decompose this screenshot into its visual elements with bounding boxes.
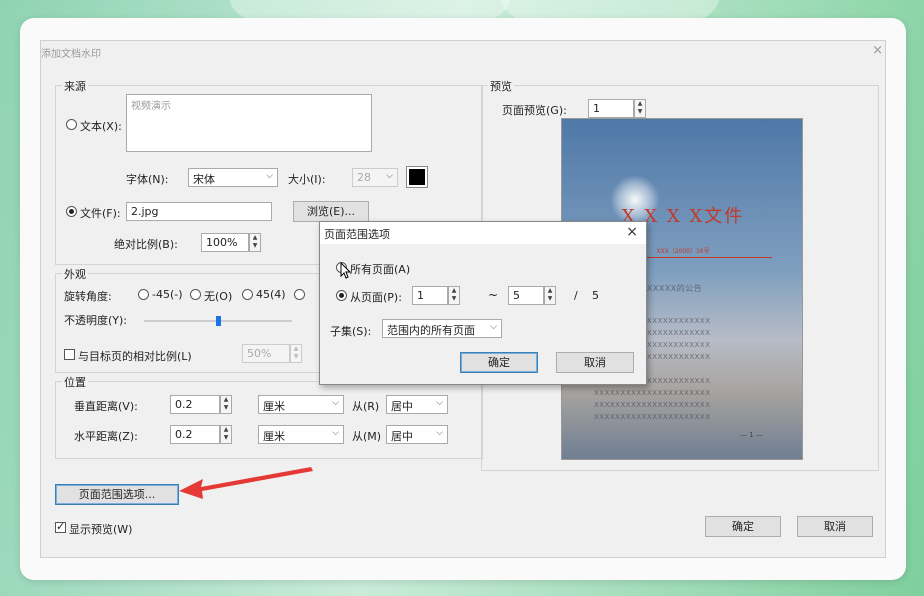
file-radio[interactable]	[66, 206, 77, 217]
relative-scale-checkbox[interactable]	[64, 349, 75, 360]
dialog-title: 添加文档水印	[41, 49, 101, 60]
horizontal-distance-input[interactable]: 0.2	[170, 425, 220, 444]
to-page-spinner[interactable]: ▲ ▼	[544, 286, 556, 305]
scale-input[interactable]: 100%	[201, 233, 249, 252]
page-range-popup: 页面范围选项 × 所有页面(A) 从页面(P): 1 ▲ ▼ ~ 5 ▲ ▼ / 5…	[319, 221, 647, 385]
preview-text-line: XXXXXXXXXXXXXXXXXXXXXX	[594, 413, 711, 421]
to-page-input[interactable]: 5	[508, 286, 544, 305]
file-path-input[interactable]: 2.jpg	[126, 202, 272, 221]
cancel-button[interactable]: 取消	[797, 516, 873, 537]
font-select-value: 宋体	[193, 173, 215, 186]
preview-text-line: XXXXXXXXXXXXXXXXXXXXXX	[594, 389, 711, 397]
scale-spinner[interactable]: ▲ ▼	[249, 233, 261, 252]
chevron-down-icon: ⌵	[332, 398, 339, 408]
relative-scale-spinner[interactable]: ▲ ▼	[290, 344, 302, 363]
horizontal-unit-value: 厘米	[263, 430, 285, 443]
from-r-value: 居中	[391, 400, 413, 413]
relative-scale-input[interactable]: 50%	[242, 344, 290, 363]
position-group-label: 位置	[62, 374, 88, 390]
position-group: 位置 垂直距离(V): 0.2 ▲ ▼ 厘米 ⌵ 从(R) 居中 ⌵ 水平距离(Z…	[55, 374, 483, 459]
show-preview-label: 显示预览(W)	[69, 523, 133, 536]
vertical-distance-spinner[interactable]: ▲ ▼	[220, 395, 232, 414]
total-pages: 5	[592, 289, 599, 302]
opacity-slider-thumb[interactable]	[216, 316, 221, 326]
font-select[interactable]: 宋体 ⌵	[188, 168, 278, 187]
rotation-none-label: 无(O)	[204, 290, 233, 303]
color-swatch-fill	[409, 169, 425, 185]
horizontal-unit-select[interactable]: 厘米 ⌵	[258, 425, 344, 444]
annotation-arrow-icon	[179, 467, 313, 499]
preview-group-label: 预览	[488, 78, 514, 94]
page-preview-spinner[interactable]: ▲ ▼	[634, 99, 646, 118]
rotation-label: 旋转角度:	[64, 290, 112, 303]
range-tilde: ~	[488, 288, 499, 302]
vertical-unit-value: 厘米	[263, 400, 285, 413]
horizontal-label: 水平距离(Z):	[74, 430, 138, 443]
from-page-input[interactable]: 1	[412, 286, 448, 305]
size-select[interactable]: 28 ⌵	[352, 168, 398, 187]
popup-cancel-button[interactable]: 取消	[556, 352, 634, 373]
page-preview-input[interactable]: 1	[588, 99, 634, 118]
rotation-neg45-label: -45(-)	[152, 288, 183, 301]
subset-label: 子集(S):	[330, 325, 372, 338]
color-swatch[interactable]	[406, 166, 428, 188]
chevron-down-icon: ⌵	[490, 322, 497, 332]
appearance-group-label: 外观	[62, 266, 88, 282]
from-m-select[interactable]: 居中 ⌵	[386, 425, 448, 444]
watermark-dialog: 添加文档水印 × 来源 文本(X): 视频演示 字体(N): 宋体 ⌵ 大小(I…	[40, 40, 886, 558]
from-page-label: 从页面(P):	[350, 291, 402, 304]
text-radio-label: 文本(X):	[80, 120, 122, 133]
chevron-down-icon: ⌵	[436, 428, 443, 438]
ok-button[interactable]: 确定	[705, 516, 781, 537]
vertical-distance-input[interactable]: 0.2	[170, 395, 220, 414]
vertical-label: 垂直距离(V):	[74, 400, 138, 413]
source-group-label: 来源	[62, 78, 88, 94]
rotation-none-radio[interactable]	[190, 289, 201, 300]
watermark-text-area[interactable]: 视频演示	[126, 94, 372, 152]
relative-scale-label: 与目标页的相对比例(L)	[78, 350, 192, 363]
popup-title: 页面范围选项	[320, 222, 646, 244]
size-label: 大小(I):	[288, 173, 326, 186]
show-preview-checkbox[interactable]	[55, 520, 66, 533]
mouse-cursor-icon	[340, 262, 352, 279]
rotation-neg45-radio[interactable]	[138, 289, 149, 300]
dialog-close-button[interactable]: ×	[872, 43, 883, 58]
file-radio-label: 文件(F):	[80, 207, 121, 220]
font-label: 字体(N):	[126, 173, 169, 186]
preview-doc-footer: — 1 —	[740, 431, 763, 439]
preview-text-line: XXXXXXXXXXXXXXXXXXXXXX	[594, 401, 711, 409]
size-select-value: 28	[357, 171, 371, 184]
from-m-label: 从(M)	[352, 430, 382, 443]
scale-label: 绝对比例(B):	[114, 238, 178, 251]
horizontal-distance-spinner[interactable]: ▲ ▼	[220, 425, 232, 444]
range-slash: /	[574, 289, 578, 302]
popup-ok-button[interactable]: 确定	[460, 352, 538, 373]
from-r-label: 从(R)	[352, 400, 380, 413]
subset-select[interactable]: 范围内的所有页面 ⌵	[382, 319, 502, 338]
all-pages-label: 所有页面(A)	[350, 263, 411, 276]
chevron-down-icon: ⌵	[266, 171, 273, 181]
browse-button[interactable]: 浏览(E)...	[293, 201, 369, 222]
from-r-select[interactable]: 居中 ⌵	[386, 395, 448, 414]
chevron-down-icon: ⌵	[386, 171, 393, 181]
from-m-value: 居中	[391, 430, 413, 443]
popup-close-button[interactable]: ×	[626, 224, 638, 240]
from-page-spinner[interactable]: ▲ ▼	[448, 286, 460, 305]
window-card: 添加文档水印 × 来源 文本(X): 视频演示 字体(N): 宋体 ⌵ 大小(I…	[20, 18, 906, 580]
opacity-label: 不透明度(Y):	[64, 314, 128, 327]
rotation-45-label: 45(4)	[256, 288, 286, 301]
rotation-custom-radio[interactable]	[294, 289, 305, 300]
from-page-radio[interactable]	[336, 290, 347, 301]
subset-select-value: 范围内的所有页面	[387, 324, 475, 337]
page-preview-label: 页面预览(G):	[502, 104, 567, 117]
vertical-unit-select[interactable]: 厘米 ⌵	[258, 395, 344, 414]
chevron-down-icon: ⌵	[436, 398, 443, 408]
chevron-down-icon: ⌵	[332, 428, 339, 438]
text-radio[interactable]	[66, 119, 77, 130]
rotation-45-radio[interactable]	[242, 289, 253, 300]
